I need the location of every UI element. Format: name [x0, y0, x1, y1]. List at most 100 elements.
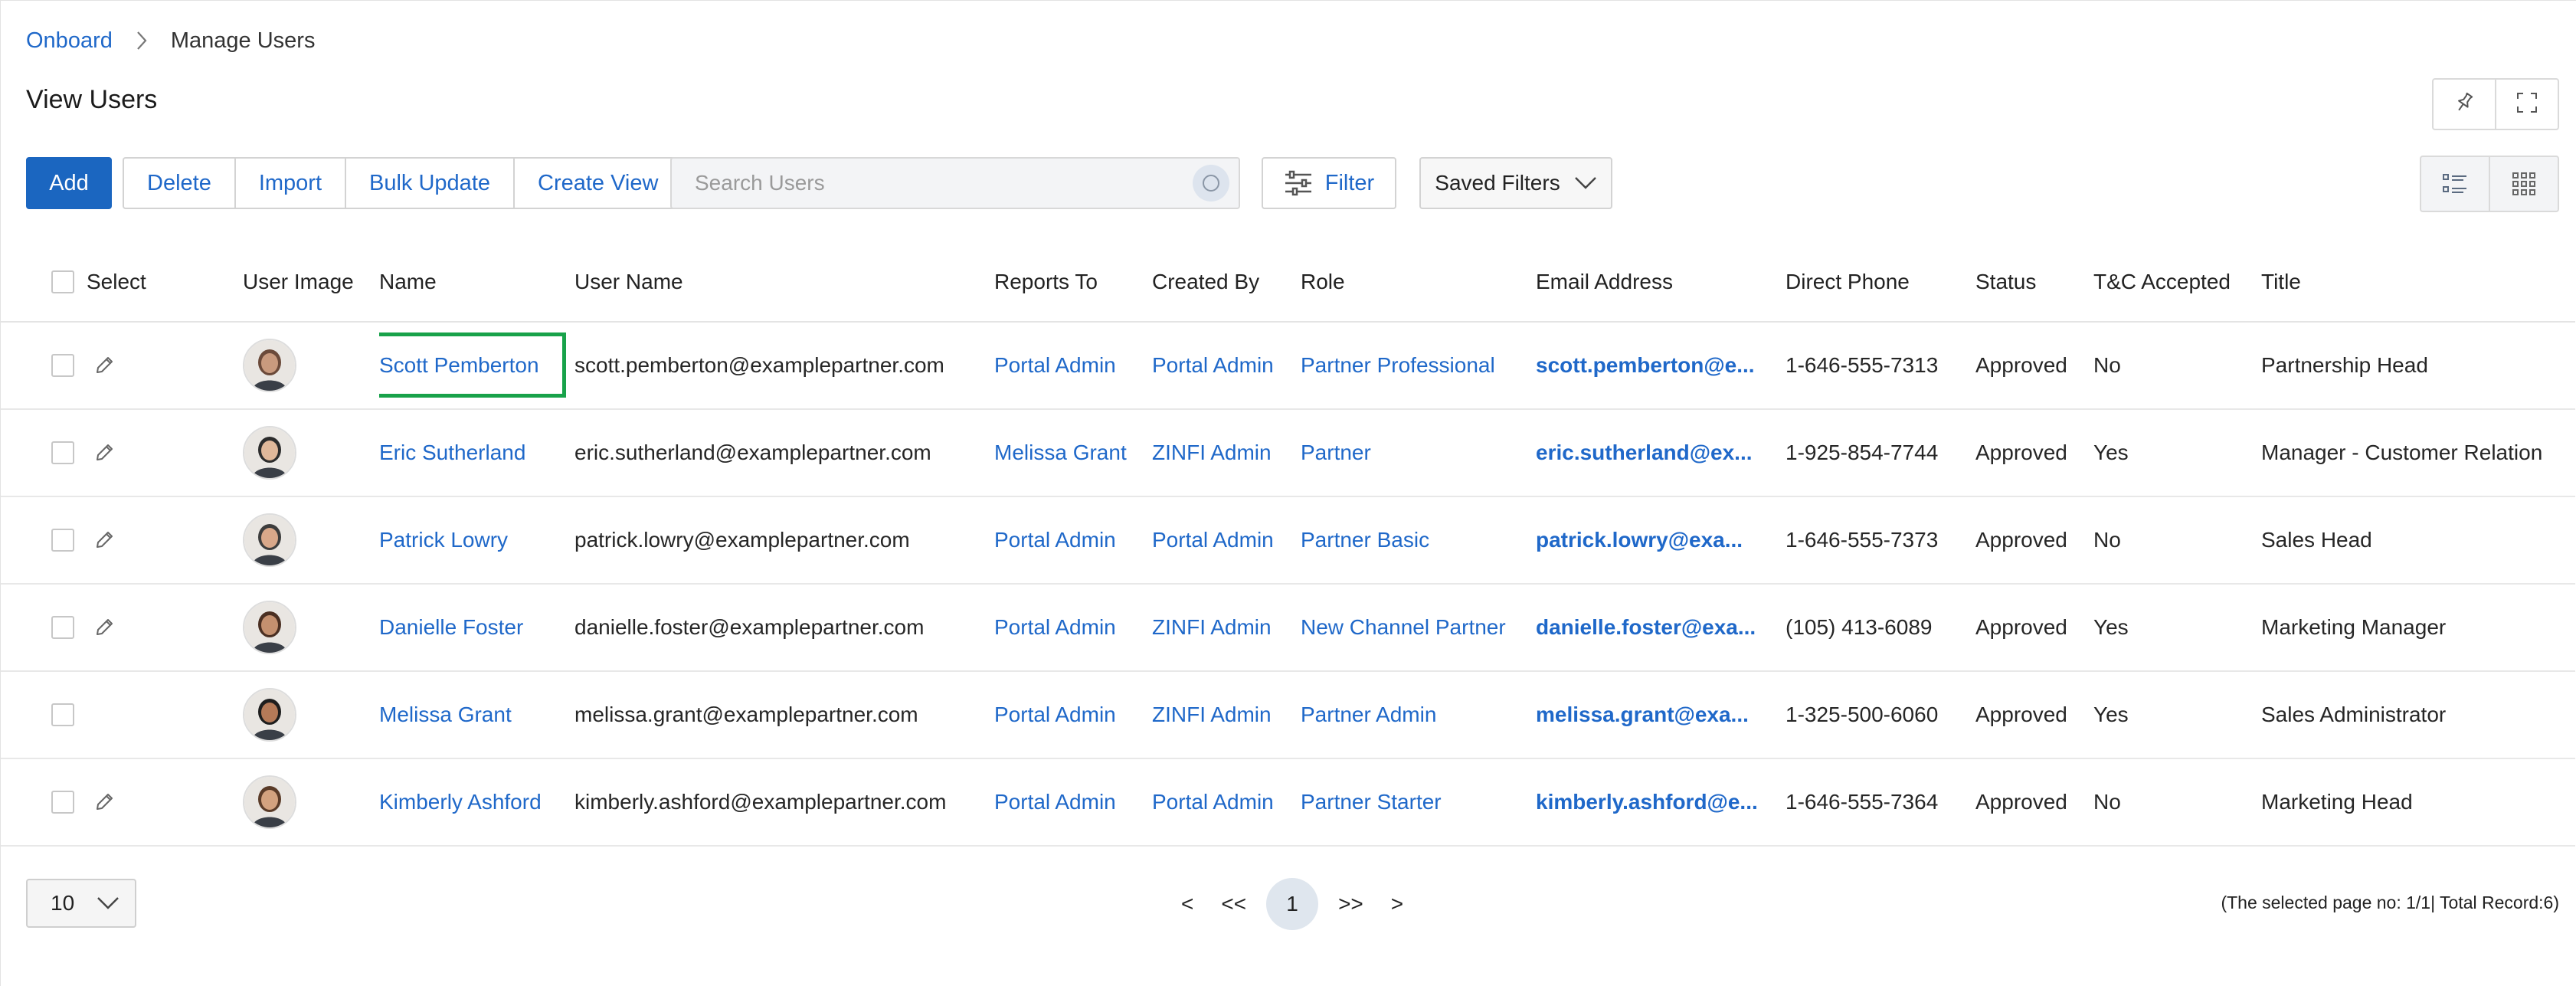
email-link[interactable]: danielle.foster@exa... [1536, 615, 1756, 639]
column-user-name[interactable]: User Name [574, 243, 994, 323]
role-link[interactable]: Partner Professional [1301, 353, 1495, 377]
role-cell: Partner Admin [1301, 671, 1536, 759]
reports-to-link[interactable]: Portal Admin [994, 615, 1116, 639]
select-cell [1, 322, 243, 410]
role-cell: Partner Starter [1301, 758, 1536, 847]
pencil-icon[interactable] [93, 791, 116, 814]
column-name[interactable]: Name [379, 243, 574, 323]
breadcrumb: Onboard Manage Users [26, 24, 315, 57]
list-view-button[interactable] [2421, 157, 2489, 211]
reports-to-link[interactable]: Portal Admin [994, 528, 1116, 552]
last-page-button[interactable]: >> [1338, 892, 1363, 916]
role-link[interactable]: Partner Admin [1301, 703, 1436, 726]
pencil-icon[interactable] [93, 441, 116, 464]
created-by-link[interactable]: ZINFI Admin [1152, 615, 1272, 639]
row-checkbox[interactable] [51, 703, 74, 726]
reports-to-link[interactable]: Portal Admin [994, 790, 1116, 814]
row-checkbox[interactable] [51, 616, 74, 639]
saved-filters-label: Saved Filters [1435, 171, 1560, 195]
manage-users-page: Onboard Manage Users View Users Add Dele… [0, 0, 2576, 986]
title-cell: Sales Administrator [2261, 671, 2575, 759]
breadcrumb-onboard-link[interactable]: Onboard [26, 28, 113, 54]
role-link[interactable]: Partner [1301, 441, 1371, 464]
page-size-select[interactable]: 10 [26, 879, 136, 928]
pencil-icon[interactable] [93, 354, 116, 377]
role-link[interactable]: New Channel Partner [1301, 615, 1506, 639]
chevron-right-icon [136, 31, 148, 51]
username-cell: danielle.foster@examplepartner.com [574, 584, 994, 672]
column-created-by[interactable]: Created By [1152, 243, 1301, 323]
pencil-icon[interactable] [93, 529, 116, 552]
role-link[interactable]: Partner Basic [1301, 528, 1429, 552]
created-by-link[interactable]: Portal Admin [1152, 353, 1274, 377]
pin-button[interactable] [2434, 80, 2495, 129]
title-cell: Marketing Manager [2261, 584, 2575, 672]
user-name-link[interactable]: Melissa Grant [379, 703, 512, 726]
status-cell: Approved [1975, 584, 2093, 672]
pencil-icon[interactable] [93, 616, 116, 639]
prev-page-button[interactable]: < [1181, 892, 1193, 916]
toolbar: Add Delete Import Bulk Update Create Vie… [26, 156, 2559, 212]
table-row: Melissa Grant melissa.grant@examplepartn… [1, 671, 2575, 759]
row-checkbox[interactable] [51, 529, 74, 552]
column-tc-accepted[interactable]: T&C Accepted [2093, 243, 2261, 323]
column-user-image: User Image [243, 243, 379, 323]
created-by-cell: Portal Admin [1152, 322, 1301, 410]
delete-button[interactable]: Delete [124, 159, 234, 208]
current-page-button[interactable]: 1 [1266, 878, 1319, 930]
created-by-link[interactable]: Portal Admin [1152, 790, 1274, 814]
search-icon[interactable] [1193, 165, 1229, 201]
user-name-link[interactable]: Kimberly Ashford [379, 790, 542, 814]
bulk-update-button[interactable]: Bulk Update [345, 159, 513, 208]
column-direct-phone[interactable]: Direct Phone [1786, 243, 1975, 323]
phone-cell: 1-646-555-7313 [1786, 322, 1975, 410]
role-link[interactable]: Partner Starter [1301, 790, 1442, 814]
column-role[interactable]: Role [1301, 243, 1536, 323]
import-button[interactable]: Import [234, 159, 345, 208]
first-page-button[interactable]: << [1221, 892, 1246, 916]
reports-to-link[interactable]: Portal Admin [994, 353, 1116, 377]
user-name-link[interactable]: Patrick Lowry [379, 528, 508, 552]
reports-to-link[interactable]: Melissa Grant [994, 441, 1127, 464]
search-input[interactable] [672, 170, 1193, 196]
created-by-link[interactable]: ZINFI Admin [1152, 441, 1272, 464]
column-status[interactable]: Status [1975, 243, 2093, 323]
saved-filters-dropdown[interactable]: Saved Filters [1419, 157, 1612, 209]
reports-to-link[interactable]: Portal Admin [994, 703, 1116, 726]
created-by-link[interactable]: ZINFI Admin [1152, 703, 1272, 726]
email-cell: patrick.lowry@exa... [1536, 496, 1786, 585]
next-page-button[interactable]: > [1391, 892, 1403, 916]
email-cell: eric.sutherland@ex... [1536, 409, 1786, 497]
select-all-checkbox[interactable] [51, 270, 74, 293]
status-cell: Approved [1975, 758, 2093, 847]
column-title[interactable]: Title [2261, 243, 2575, 323]
view-toggle [2420, 156, 2559, 212]
row-checkbox[interactable] [51, 791, 74, 814]
add-user-button[interactable]: Add [26, 157, 112, 209]
email-link[interactable]: eric.sutherland@ex... [1536, 441, 1753, 464]
pagination: < << 1 >> > [1167, 878, 1417, 930]
title-cell: Sales Head [2261, 496, 2575, 585]
row-checkbox[interactable] [51, 441, 74, 464]
email-link[interactable]: melissa.grant@exa... [1536, 703, 1749, 726]
row-checkbox[interactable] [51, 354, 74, 377]
user-name-link[interactable]: Danielle Foster [379, 615, 523, 639]
role-cell: Partner [1301, 409, 1536, 497]
grid-view-button[interactable] [2489, 157, 2558, 211]
create-view-button[interactable]: Create View [513, 159, 681, 208]
record-summary: (The selected page no: 1/1| Total Record… [2221, 893, 2559, 912]
email-link[interactable]: scott.pemberton@e... [1536, 353, 1755, 377]
table-row: Patrick Lowry patrick.lowry@examplepartn… [1, 496, 2575, 585]
filter-button[interactable]: Filter [1262, 157, 1396, 209]
column-reports-to[interactable]: Reports To [994, 243, 1152, 323]
avatar [243, 775, 296, 829]
fullscreen-button[interactable] [2495, 80, 2558, 129]
email-link[interactable]: kimberly.ashford@e... [1536, 790, 1758, 814]
email-cell: danielle.foster@exa... [1536, 584, 1786, 672]
user-name-link[interactable]: Scott Pemberton [379, 332, 566, 398]
status-cell: Approved [1975, 671, 2093, 759]
user-name-link[interactable]: Eric Sutherland [379, 441, 525, 464]
column-email-address[interactable]: Email Address [1536, 243, 1786, 323]
created-by-link[interactable]: Portal Admin [1152, 528, 1274, 552]
email-link[interactable]: patrick.lowry@exa... [1536, 528, 1743, 552]
